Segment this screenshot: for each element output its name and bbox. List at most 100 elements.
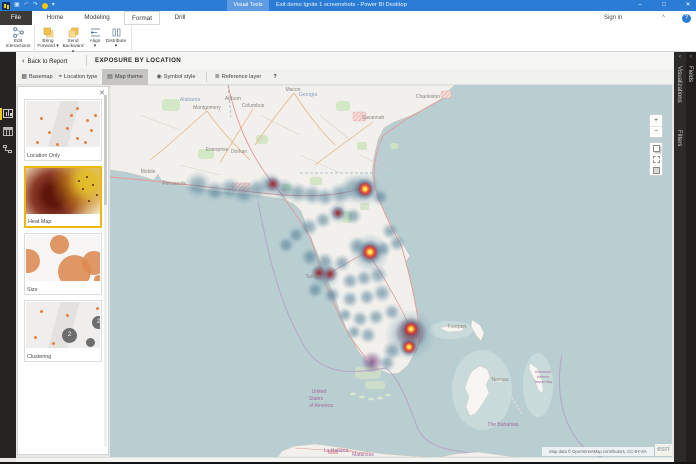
gallery-scrollbar[interactable] [104,95,107,447]
map-toolbar: ▦Basemap ⌖Location type ▤Map theme ◉Symb… [16,69,674,85]
data-view-icon[interactable] [3,127,13,136]
heat-point [322,266,338,282]
theme-heat-map[interactable]: Heat Map [24,166,102,228]
tab-drill[interactable]: Drill [166,11,194,25]
theme-label: Size [27,287,38,293]
map-label: Columbus [242,103,265,109]
collapse-ribbon-icon[interactable]: ^ [662,11,665,25]
map-label: Montgomery [193,105,221,111]
zoom-in-button[interactable]: + [650,115,662,127]
zoom-out-button[interactable]: − [650,127,662,137]
map-label: The Bahamas [487,422,519,428]
map-attribution: Map data © OpenStreetMap contributors, C… [542,447,654,456]
map-label: States [309,396,324,402]
tab-file[interactable]: File [0,11,32,25]
tab-modeling[interactable]: Modeling [76,11,118,25]
map-theme-icon: ▤ [107,74,113,80]
map-label: Governor's [535,370,552,374]
visualizations-filters-collapsed-pane[interactable]: ‹ Visualizations Filters [674,52,686,464]
theme-clustering[interactable]: 2 2 Clustering [24,300,102,362]
heat-point [277,236,295,254]
map-label: Auburn [225,96,241,102]
selection-icon[interactable] [653,156,660,163]
app-icon [2,2,10,10]
map-label: Savannah [362,115,385,121]
back-chevron-icon: ‹ [22,56,25,65]
map-label: Georgia [299,92,318,98]
visual-tools-context-tab[interactable]: Visual Tools [227,0,269,11]
reference-layer-icon: ≣ [215,74,220,80]
heat-point [344,207,362,225]
heat-point [354,178,376,200]
back-to-report-button[interactable]: ‹Back to Report [22,52,67,69]
active-view-indicator [0,108,2,120]
reference-layer-button[interactable]: ≣Reference layer [211,69,265,85]
esri-logo: esri [655,444,672,456]
tab-home[interactable]: Home [40,11,70,25]
visualizations-pane-label[interactable]: Visualizations [676,66,682,103]
theme-size[interactable]: Size [24,233,102,295]
send-backward-icon [68,27,79,38]
map-label: Harbour [537,375,550,379]
heat-map-thumbnail [26,168,100,214]
report-view-icon[interactable] [3,109,13,118]
quick-access-caret-icon[interactable]: ▾ [52,1,55,10]
theme-label: Heat Map [28,219,51,225]
close-button[interactable]: ✕ [678,0,696,11]
symbol-style-button[interactable]: ◉Symbol style [152,69,200,85]
map-theme-button[interactable]: ▤Map theme [102,69,148,85]
basemap-button[interactable]: ▦Basemap [21,69,53,85]
basemap-icon: ▦ [21,74,27,80]
undo-icon[interactable]: ↶ [24,1,29,10]
powerbi-icon [42,3,48,9]
expand-pane-chevron-icon[interactable]: ‹ [686,54,696,60]
map-label: Dothan [231,149,247,155]
heat-point [359,326,377,344]
ribbon-separator [131,26,132,55]
layers-icon[interactable] [653,167,660,174]
ribbon: File Home Modeling Format Drill Sign in … [0,11,696,52]
heat-point [400,318,422,340]
clustering-thumbnail: 2 2 [26,302,100,348]
window-title: Exit demo Ignite 1 screenshots - Power B… [276,0,407,11]
map-label: United [312,389,327,395]
location-pin-icon: ⌖ [59,74,62,80]
location-type-button[interactable]: ⌖Location type [56,69,100,85]
view-navigation-bar [0,52,16,458]
map-label: Pensacola [162,181,186,187]
theme-location-only[interactable]: Location Only [24,99,102,161]
heat-point [361,351,383,373]
header-divider [86,55,87,66]
map-label: Tarpum Bay [534,380,552,384]
fields-pane-label[interactable]: Fields [687,66,693,82]
minimize-button[interactable]: – [630,0,650,11]
map-theme-gallery: ✕ Location Only Heat Map [17,86,109,455]
heat-point [341,290,359,308]
fields-collapsed-pane[interactable]: ‹ Fields [686,52,696,464]
cluster-badge: 2 [62,328,77,343]
filters-pane-label[interactable]: Filters [676,130,682,146]
heat-point [323,286,341,304]
map-label: Freeport [448,324,468,330]
redo-icon[interactable]: ↷ [33,1,38,10]
heat-point [265,176,281,192]
maximize-button[interactable]: □ [654,0,674,11]
expand-pane-chevron-icon[interactable]: ‹ [674,54,686,60]
map-label: Mobile [141,169,156,175]
map-visual[interactable]: MontgomeryAuburnColumbusMaconSavannahCha… [110,85,672,457]
sign-in-link[interactable]: Sign in [604,11,622,25]
location-only-thumbnail [26,101,100,147]
heat-point [399,337,419,357]
relationships-view-icon[interactable] [3,145,13,154]
cluster-badge: 2 [92,316,100,329]
tab-format[interactable]: Format [124,11,160,25]
title-bar: ▣ ↶ ↷ ▾ Visual Tools Exit demo Ignite 1 … [0,0,696,11]
save-icon[interactable]: ▣ [14,1,20,10]
heat-point [306,281,324,299]
extent-icon[interactable] [653,145,660,152]
symbol-style-icon: ◉ [157,74,162,80]
heat-point [331,206,345,220]
map-help-button[interactable]: ? [269,69,281,85]
map-label: Tampa [305,274,320,280]
help-icon[interactable]: ? [682,14,691,23]
